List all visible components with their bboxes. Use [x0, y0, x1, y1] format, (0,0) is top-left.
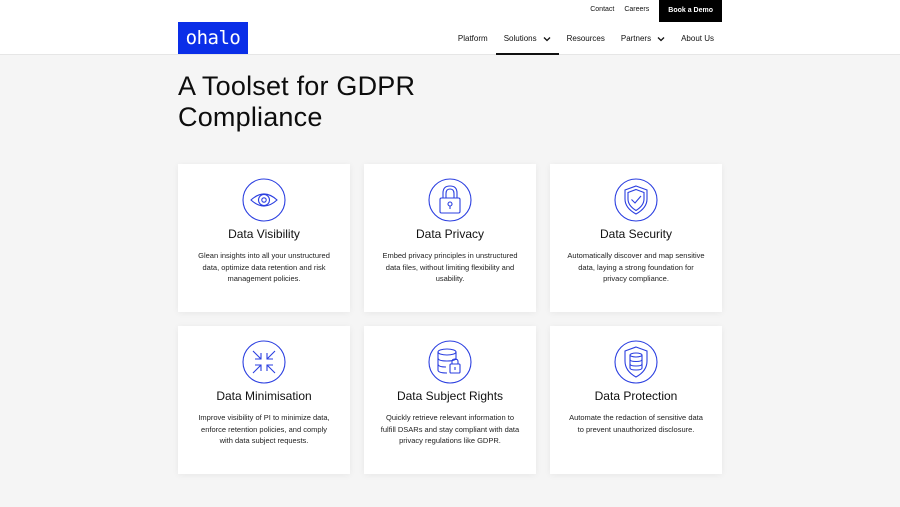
card-title: Data Protection — [594, 389, 678, 403]
card-data-privacy: Data Privacy Embed privacy principles in… — [364, 164, 536, 312]
card-title: Data Security — [599, 227, 673, 241]
careers-link[interactable]: Careers — [619, 0, 654, 22]
card-data-minimisation: Data Minimisation Improve visibility of … — [178, 326, 350, 474]
card-data-subject-rights: Data Subject Rights Quickly retrieve rel… — [364, 326, 536, 474]
card-data-security: Data Security Automatically discover and… — [550, 164, 722, 312]
nav-solutions[interactable]: Solutions — [495, 22, 559, 55]
card-description: Glean insights into all your unstructure… — [198, 251, 330, 283]
card-data-visibility: Data Visibility Glean insights into all … — [178, 164, 350, 312]
shield-check-icon — [614, 178, 658, 222]
nav-about-us[interactable]: About Us — [673, 22, 722, 55]
card-title: Data Subject Rights — [396, 389, 504, 403]
site-header: ohalo Contact Careers Book a Demo Platfo… — [0, 0, 900, 55]
nav-resources-label: Resources — [566, 34, 605, 43]
page-title-line-2: Compliance — [178, 102, 323, 132]
page-title: A Toolset for GDPR Compliance — [178, 71, 538, 133]
padlock-icon — [428, 178, 472, 222]
page-title-line-1: A Toolset for GDPR — [178, 71, 416, 101]
card-description: Quickly retrieve relevant information to… — [380, 413, 520, 445]
ohalo-logo[interactable]: ohalo — [178, 22, 248, 54]
card-description: Improve visibility of PI to minimize dat… — [198, 413, 330, 445]
card-title: Data Visibility — [228, 227, 300, 241]
nav-partners[interactable]: Partners — [613, 22, 673, 55]
card-description: Embed privacy principles in unstructured… — [382, 251, 518, 283]
contact-link[interactable]: Contact — [585, 0, 619, 22]
shield-database-icon — [614, 340, 658, 384]
compress-arrows-icon — [242, 340, 286, 384]
nav-platform[interactable]: Platform — [450, 22, 496, 55]
nav-resources[interactable]: Resources — [559, 22, 613, 55]
nav-solutions-label: Solutions — [503, 34, 537, 43]
book-demo-button[interactable]: Book a Demo — [659, 0, 722, 22]
card-data-protection: Data Protection Automate the redaction o… — [550, 326, 722, 474]
card-title: Data Minimisation — [216, 389, 312, 403]
card-description: Automatically discover and map sensitive… — [567, 251, 705, 283]
chevron-down-icon — [657, 36, 665, 42]
nav-about-us-label: About Us — [681, 34, 714, 43]
card-title: Data Privacy — [415, 227, 485, 241]
utility-links: Contact Careers Book a Demo — [585, 0, 722, 22]
chevron-down-icon — [543, 36, 551, 42]
main-nav: Platform Solutions Resources Partners Ab… — [450, 22, 722, 55]
card-description: Automate the redaction of sensitive data… — [569, 413, 703, 434]
nav-platform-label: Platform — [457, 34, 488, 43]
eye-icon — [242, 178, 286, 222]
database-lock-icon — [428, 340, 472, 384]
nav-partners-label: Partners — [620, 34, 652, 43]
